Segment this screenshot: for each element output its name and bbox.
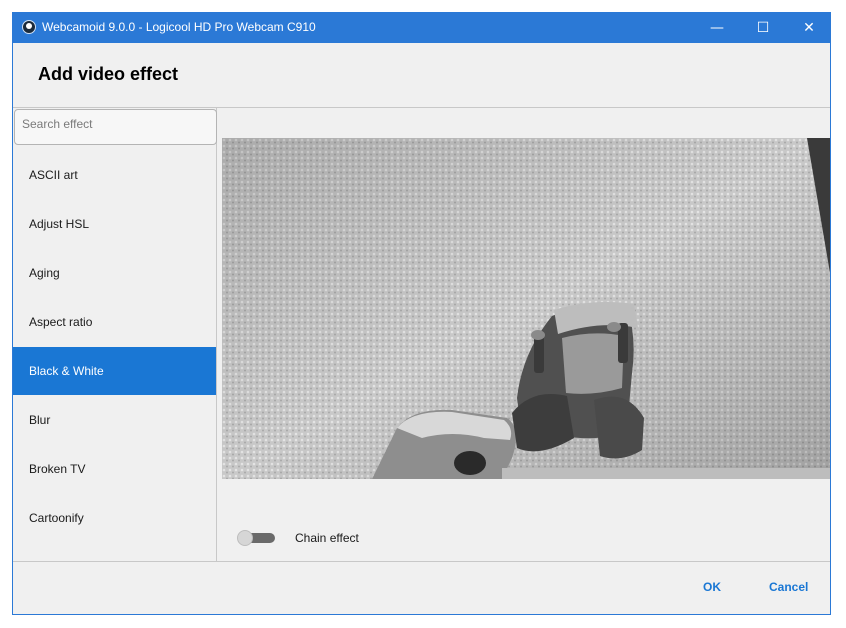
search-input[interactable]: Search effect <box>14 109 217 145</box>
chain-effect-toggle[interactable] <box>237 530 275 546</box>
ok-button[interactable]: OK <box>703 580 721 594</box>
webcamoid-app-icon <box>22 20 36 34</box>
preview-pane: Chain effect <box>217 108 830 561</box>
effect-item-ascii-art[interactable]: ASCII art <box>13 151 216 199</box>
window-title: Webcamoid 9.0.0 - Logicool HD Pro Webcam… <box>42 20 316 34</box>
cancel-button[interactable]: Cancel <box>769 580 808 594</box>
minimize-button[interactable]: — <box>694 13 740 43</box>
title-bar: Webcamoid 9.0.0 - Logicool HD Pro Webcam… <box>13 13 830 43</box>
effect-item-broken-tv[interactable]: Broken TV <box>13 445 216 493</box>
effect-item-aging[interactable]: Aging <box>13 249 216 297</box>
close-button[interactable]: ✕ <box>786 13 832 43</box>
dialog-heading: Add video effect <box>38 64 179 84</box>
dialog-window: Webcamoid 9.0.0 - Logicool HD Pro Webcam… <box>12 12 831 615</box>
dialog-footer: OK Cancel <box>13 561 830 614</box>
webcam-preview <box>222 138 830 479</box>
maximize-button[interactable]: ☐ <box>740 13 786 43</box>
effect-item-cartoonify[interactable]: Cartoonify <box>13 494 216 542</box>
effect-item-adjust-hsl[interactable]: Adjust HSL <box>13 200 216 248</box>
chain-effect-label: Chain effect <box>295 531 359 545</box>
dialog-header: Add video effect <box>13 43 830 108</box>
effects-sidebar: Search effect ASCII art Adjust HSL Aging… <box>13 108 217 561</box>
effect-item-black-white[interactable]: Black & White <box>13 347 216 395</box>
webcam-preview-image <box>222 138 830 479</box>
effect-item-blur[interactable]: Blur <box>13 396 216 444</box>
toggle-knob <box>237 530 253 546</box>
effect-item-aspect-ratio[interactable]: Aspect ratio <box>13 298 216 346</box>
